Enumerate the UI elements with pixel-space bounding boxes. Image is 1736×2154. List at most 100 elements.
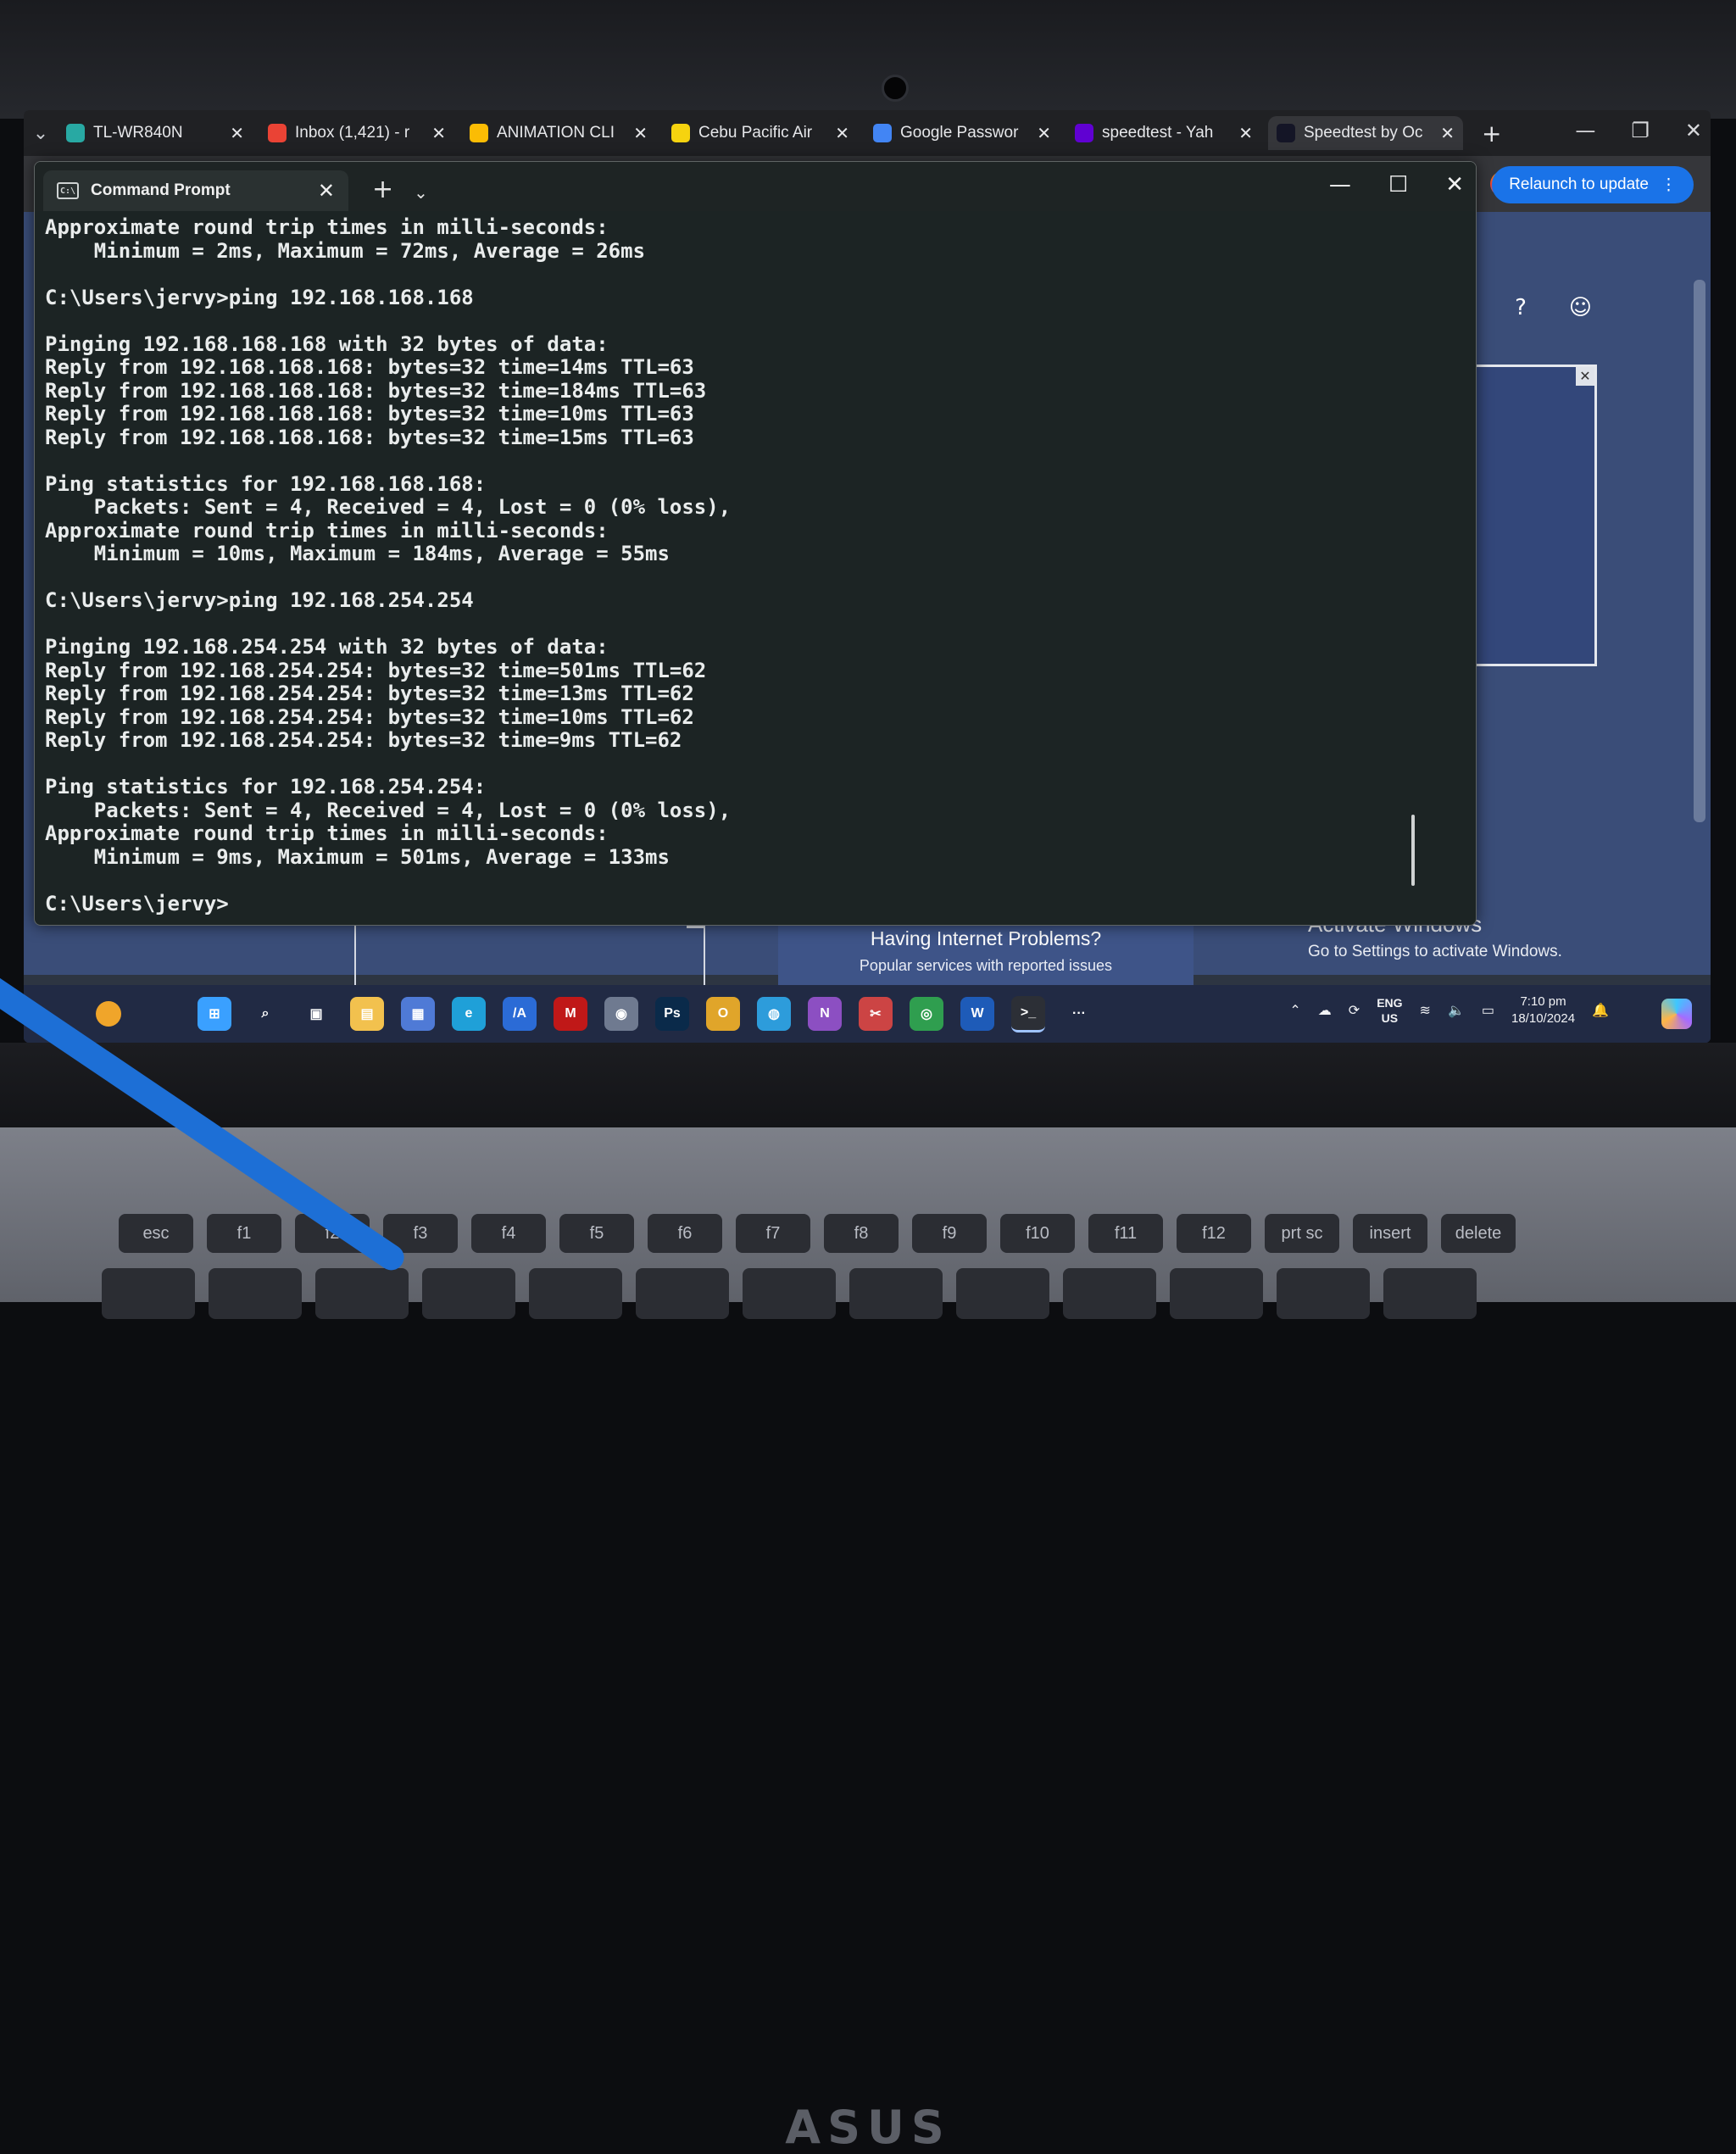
tab-search-icon[interactable]: ⌄	[24, 123, 58, 144]
ad-close-icon[interactable]: ✕	[1576, 367, 1594, 386]
chrome-icon[interactable]: ◎	[910, 997, 943, 1031]
google-password-icon	[873, 124, 892, 142]
account-icon[interactable]: ☺	[1569, 295, 1592, 320]
internet-problems-banner[interactable]: Having Internet Problems? Popular servic…	[778, 917, 1194, 985]
close-tab-icon[interactable]: ✕	[633, 123, 648, 144]
close-tab-icon[interactable]: ✕	[431, 123, 446, 144]
mcafee-icon[interactable]: M	[554, 997, 587, 1031]
microsoft-store-icon[interactable]: ▦	[401, 997, 435, 1031]
terminal-scrollbar[interactable]	[1411, 815, 1415, 886]
onedrive-icon[interactable]: ☁	[1318, 1002, 1332, 1019]
weather-widget-icon[interactable]	[96, 1001, 121, 1027]
console-line: Reply from 192.168.168.168: bytes=32 tim…	[45, 378, 707, 403]
maximize-icon[interactable]: ☐	[1388, 172, 1408, 198]
keyboard-key	[1170, 1268, 1263, 1319]
start-icon[interactable]: ⊞	[198, 997, 231, 1031]
close-tab-icon[interactable]: ✕	[835, 123, 849, 144]
relaunch-label: Relaunch to update	[1509, 175, 1649, 193]
battery-icon[interactable]: ▭	[1482, 1002, 1494, 1019]
close-tab-icon[interactable]: ✕	[1440, 123, 1455, 144]
browser-tab[interactable]: Speedtest by Oc ✕	[1268, 116, 1463, 150]
close-tab-icon[interactable]: ✕	[1037, 123, 1051, 144]
new-tab-button[interactable]: +	[1482, 120, 1501, 147]
browser-tab[interactable]: TL-WR840N ✕	[58, 116, 253, 150]
keyboard-key	[529, 1268, 622, 1319]
console-line: Approximate round trip times in milli-se…	[45, 518, 609, 543]
close-tab-icon[interactable]: ✕	[1238, 123, 1253, 144]
console-line: Approximate round trip times in milli-se…	[45, 821, 609, 845]
console-line: Reply from 192.168.254.254: bytes=32 tim…	[45, 704, 694, 729]
close-tab-icon[interactable]: ✕	[230, 123, 244, 144]
browser-tab[interactable]: Cebu Pacific Air ✕	[663, 116, 858, 150]
search-icon[interactable]: ⌕	[248, 997, 282, 1031]
laptop-bezel	[0, 0, 1736, 119]
more-apps-icon[interactable]: ···	[1062, 997, 1096, 1031]
relaunch-button[interactable]: Relaunch to update ⋮	[1492, 166, 1694, 203]
windows-taskbar: ⊞ ⌕ ▣ ▤ ▦ e/A M ◉ Ps O ◍ N ✂ ◎ W >_ ··· ⌃ ☁ ⟳ ENG US ≋ 🔈…	[24, 985, 1711, 1043]
new-tab-icon[interactable]: +	[372, 175, 393, 204]
console-line: Ping statistics for 192.168.254.254:	[45, 775, 487, 799]
browser-tab-label: Google Passwor	[900, 124, 1019, 142]
keyboard-key	[849, 1268, 943, 1319]
language-indicator[interactable]: ENG US	[1377, 995, 1402, 1026]
keyboard-key: f9	[912, 1214, 987, 1253]
help-icon[interactable]: ?	[1515, 295, 1527, 320]
clock[interactable]: 7:10 pm 18/10/2024	[1511, 994, 1575, 1027]
console-line: Ping statistics for 192.168.168.168:	[45, 471, 487, 496]
browser-tab[interactable]: ANIMATION CLI ✕	[461, 116, 656, 150]
chevron-up-icon[interactable]: ⌃	[1289, 1002, 1300, 1019]
sync-icon[interactable]: ⟳	[1349, 1002, 1360, 1019]
minimize-icon[interactable]: —	[1329, 172, 1351, 198]
copilot-icon[interactable]	[1661, 999, 1692, 1029]
close-icon[interactable]: ✕	[1685, 119, 1702, 142]
language-code: ENG	[1377, 996, 1403, 1010]
myasus-icon[interactable]: /A	[503, 997, 537, 1031]
file-explorer-icon[interactable]: ▤	[350, 997, 384, 1031]
camera-icon[interactable]: ◉	[604, 997, 638, 1031]
tab-command-prompt[interactable]: C:\ Command Prompt ✕	[43, 170, 348, 211]
number-key-row	[102, 1268, 1477, 1319]
notification-bell-icon[interactable]: 🔔	[1592, 1002, 1609, 1019]
page-header-icons: ? ☺	[1515, 295, 1592, 320]
close-tab-icon[interactable]: ✕	[318, 179, 335, 203]
command-prompt-window: C:\ Command Prompt ✕ + ⌄ — ☐ ✕ Approxima…	[34, 161, 1477, 926]
word-icon[interactable]: W	[960, 997, 994, 1031]
region-code: US	[1381, 1011, 1399, 1025]
browser-tab-label: TL-WR840N	[93, 124, 183, 142]
browser-tab[interactable]: speedtest - Yah ✕	[1066, 116, 1261, 150]
keyboard-key	[209, 1268, 302, 1319]
clock-time: 7:10 pm	[1520, 994, 1566, 1009]
photoshop-icon[interactable]: Ps	[655, 997, 689, 1031]
chevron-down-icon[interactable]: ⌄	[414, 182, 428, 203]
wifi-icon[interactable]: ≋	[1420, 1002, 1431, 1019]
console-line: Packets: Sent = 4, Received = 4, Lost = …	[45, 495, 732, 519]
copilot-app-icon[interactable]: ◍	[757, 997, 791, 1031]
volume-icon[interactable]: 🔈	[1448, 1002, 1465, 1019]
banner-title: Having Internet Problems?	[870, 927, 1102, 949]
watermark-subtitle: Go to Settings to activate Windows.	[1308, 943, 1562, 960]
restore-icon[interactable]: ❐	[1631, 119, 1650, 142]
edge-icon[interactable]: e	[452, 997, 486, 1031]
outlook-icon[interactable]: O	[706, 997, 740, 1031]
browser-tab-label: Inbox (1,421) - r	[295, 124, 410, 142]
keyboard-key	[956, 1268, 1049, 1319]
more-menu-icon[interactable]: ⋮	[1661, 175, 1677, 195]
browser-tab[interactable]: Google Passwor ✕	[865, 116, 1060, 150]
console-line: Pinging 192.168.254.254 with 32 bytes of…	[45, 635, 609, 659]
console-line: Reply from 192.168.168.168: bytes=32 tim…	[45, 355, 694, 379]
minimize-icon[interactable]: —	[1575, 119, 1595, 142]
console-line: Reply from 192.168.254.254: bytes=32 tim…	[45, 682, 694, 705]
console-output[interactable]: Approximate round trip times in milli-se…	[35, 211, 1476, 916]
close-icon[interactable]: ✕	[1445, 172, 1464, 198]
onenote-icon[interactable]: N	[808, 997, 842, 1031]
keyboard-key: f10	[1000, 1214, 1075, 1253]
system-tray: ⌃ ☁ ⟳ ENG US ≋ 🔈 ▭ 7:10 pm 18/10/2024 🔔	[1289, 994, 1609, 1027]
page-scrollbar[interactable]	[1694, 280, 1705, 822]
snipping-tool-icon[interactable]: ✂	[859, 997, 893, 1031]
browser-tab[interactable]: Inbox (1,421) - r ✕	[259, 116, 454, 150]
task-view-icon[interactable]: ▣	[299, 997, 333, 1031]
keyboard-key: f5	[559, 1214, 634, 1253]
console-line: Reply from 192.168.254.254: bytes=32 tim…	[45, 728, 682, 752]
terminal-icon[interactable]: >_	[1011, 995, 1045, 1032]
